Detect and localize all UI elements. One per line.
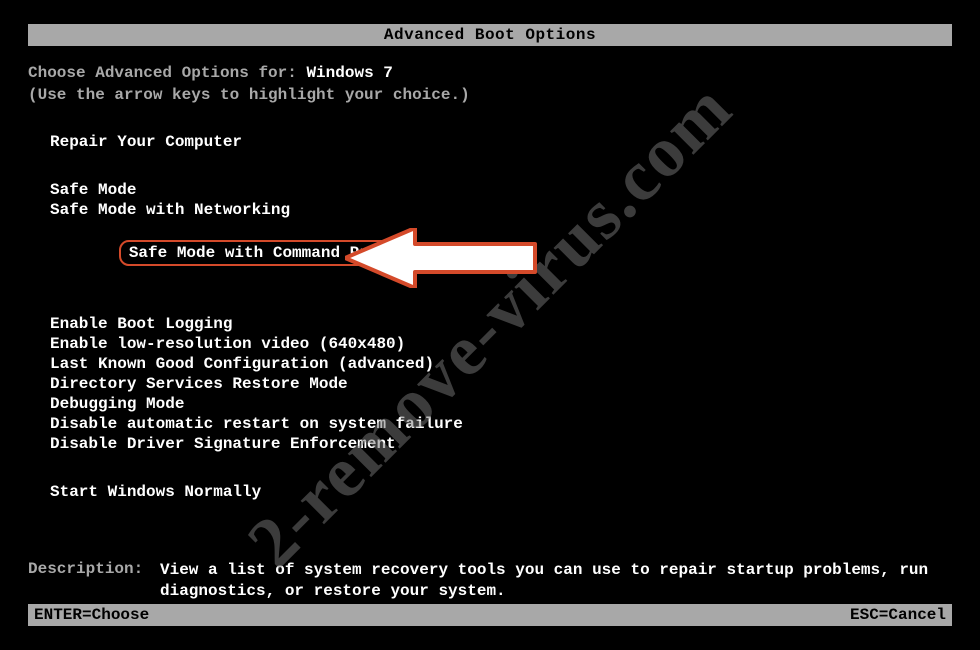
description-text: View a list of system recovery tools you…	[160, 560, 952, 602]
description-row: Description: View a list of system recov…	[28, 560, 952, 602]
hint-line: (Use the arrow keys to highlight your ch…	[28, 86, 952, 104]
footer-bar: ENTER=Choose ESC=Cancel	[28, 604, 952, 626]
highlighted-option: Safe Mode with Command Prompt	[119, 240, 417, 266]
title-bar: Advanced Boot Options	[28, 24, 952, 46]
option-disable-auto-restart[interactable]: Disable automatic restart on system fail…	[50, 414, 952, 434]
content-area: Choose Advanced Options for: Windows 7 (…	[28, 46, 952, 602]
group-repair: Repair Your Computer	[50, 132, 952, 152]
page-title: Advanced Boot Options	[384, 26, 596, 44]
group-advanced: Enable Boot Logging Enable low-resolutio…	[50, 314, 952, 454]
option-safe-mode-command-prompt[interactable]: Safe Mode with Command Prompt	[50, 220, 952, 286]
option-safe-mode[interactable]: Safe Mode	[50, 180, 952, 200]
group-normal: Start Windows Normally	[50, 482, 952, 502]
option-debugging-mode[interactable]: Debugging Mode	[50, 394, 952, 414]
option-enable-boot-logging[interactable]: Enable Boot Logging	[50, 314, 952, 334]
intro-prefix: Choose Advanced Options for:	[28, 64, 306, 82]
option-disable-driver-sig[interactable]: Disable Driver Signature Enforcement	[50, 434, 952, 454]
description-label: Description:	[28, 560, 160, 602]
option-repair-your-computer[interactable]: Repair Your Computer	[50, 132, 952, 152]
os-name: Windows 7	[306, 64, 392, 82]
option-start-normally[interactable]: Start Windows Normally	[50, 482, 952, 502]
group-safe-mode: Safe Mode Safe Mode with Networking Safe…	[50, 180, 952, 286]
intro-line: Choose Advanced Options for: Windows 7	[28, 64, 952, 82]
option-directory-services-restore[interactable]: Directory Services Restore Mode	[50, 374, 952, 394]
footer-esc: ESC=Cancel	[850, 606, 946, 624]
option-last-known-good[interactable]: Last Known Good Configuration (advanced)	[50, 354, 952, 374]
option-low-res-video[interactable]: Enable low-resolution video (640x480)	[50, 334, 952, 354]
footer-enter: ENTER=Choose	[34, 606, 149, 624]
option-safe-mode-networking[interactable]: Safe Mode with Networking	[50, 200, 952, 220]
